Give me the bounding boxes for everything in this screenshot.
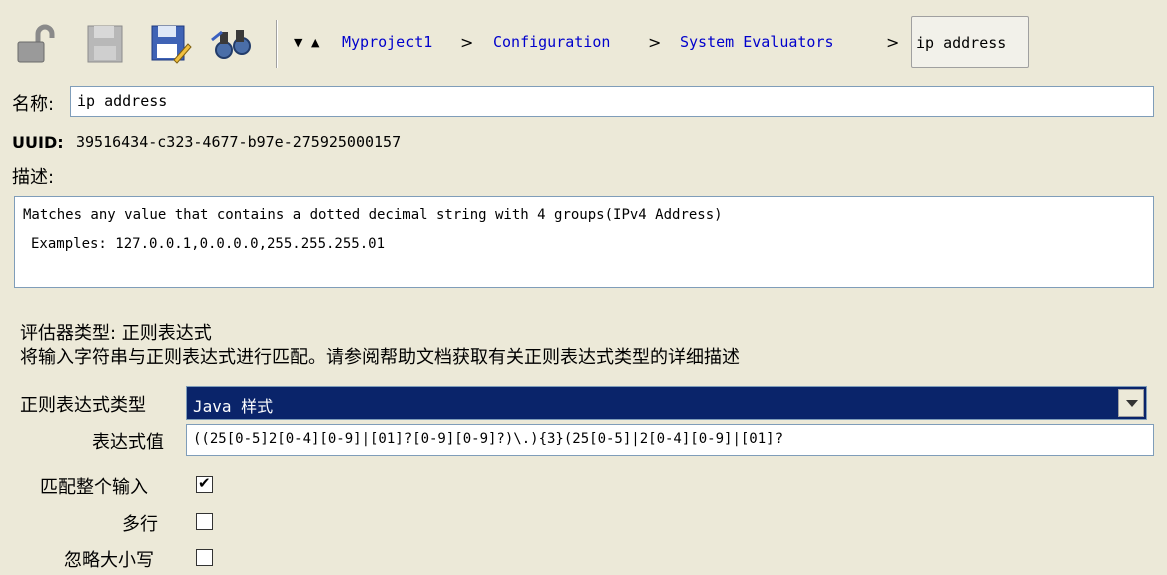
uuid-value: 39516434-c323-4677-b97e-275925000157 xyxy=(76,133,402,151)
search-references-icon[interactable] xyxy=(210,22,254,66)
description-line-1: Matches any value that contains a dotted… xyxy=(23,207,723,223)
save-disabled-icon[interactable] xyxy=(84,22,128,66)
uuid-label: UUID: xyxy=(12,133,64,152)
name-input[interactable]: ip address xyxy=(70,86,1154,117)
multiline-checkbox[interactable] xyxy=(196,513,213,530)
chevron-down-icon[interactable] xyxy=(1118,389,1144,417)
toolbar-separator xyxy=(276,20,278,68)
breadcrumb-current-label: ip address xyxy=(916,34,1007,52)
save-as-icon[interactable] xyxy=(148,22,192,66)
nav-down-button[interactable]: ▼ xyxy=(294,36,302,49)
description-label: 描述: xyxy=(12,167,55,188)
match-whole-label: 匹配整个输入 xyxy=(40,477,148,498)
ignore-case-label: 忽略大小写 xyxy=(64,550,154,571)
nav-up-button[interactable]: ▲ xyxy=(311,36,319,49)
expression-label: 表达式值 xyxy=(92,432,164,453)
expression-input[interactable]: ((25[0-5]2[0-4][0-9]|[01]?[0-9][0-9]?)\.… xyxy=(186,424,1154,456)
ignore-case-checkbox[interactable] xyxy=(196,549,213,566)
evaluator-help-text: 将输入字符串与正则表达式进行匹配。请参阅帮助文档获取有关正则表达式类型的详细描述 xyxy=(20,347,740,368)
breadcrumb-current[interactable]: ip address xyxy=(911,16,1029,68)
evaluator-type-text: 评估器类型: 正则表达式 xyxy=(20,323,212,344)
multiline-label: 多行 xyxy=(122,514,158,535)
name-input-value: ip address xyxy=(77,92,168,110)
breadcrumb-separator: > xyxy=(460,33,474,52)
breadcrumb-system-evaluators[interactable]: System Evaluators xyxy=(680,33,834,51)
description-textarea[interactable]: Matches any value that contains a dotted… xyxy=(14,196,1154,288)
breadcrumb-separator: > xyxy=(648,33,662,52)
match-whole-checkbox[interactable] xyxy=(196,474,213,493)
breadcrumb-separator: > xyxy=(886,33,900,52)
unlock-icon[interactable] xyxy=(14,22,58,66)
name-label: 名称: xyxy=(12,94,55,115)
regex-type-value: Java 样式 xyxy=(193,397,274,416)
regex-type-label: 正则表达式类型 xyxy=(20,395,146,416)
expression-input-value: ((25[0-5]2[0-4][0-9]|[01]?[0-9][0-9]?)\.… xyxy=(193,431,784,447)
toolbar: ▼ ▲ Myproject1 > Configuration > System … xyxy=(0,0,1167,90)
breadcrumb-configuration[interactable]: Configuration xyxy=(493,33,610,51)
breadcrumb-myproject1[interactable]: Myproject1 xyxy=(342,33,432,51)
regex-type-select[interactable]: Java 样式 xyxy=(186,386,1147,420)
description-line-2: Examples: 127.0.0.1,0.0.0.0,255.255.255.… xyxy=(31,236,386,252)
